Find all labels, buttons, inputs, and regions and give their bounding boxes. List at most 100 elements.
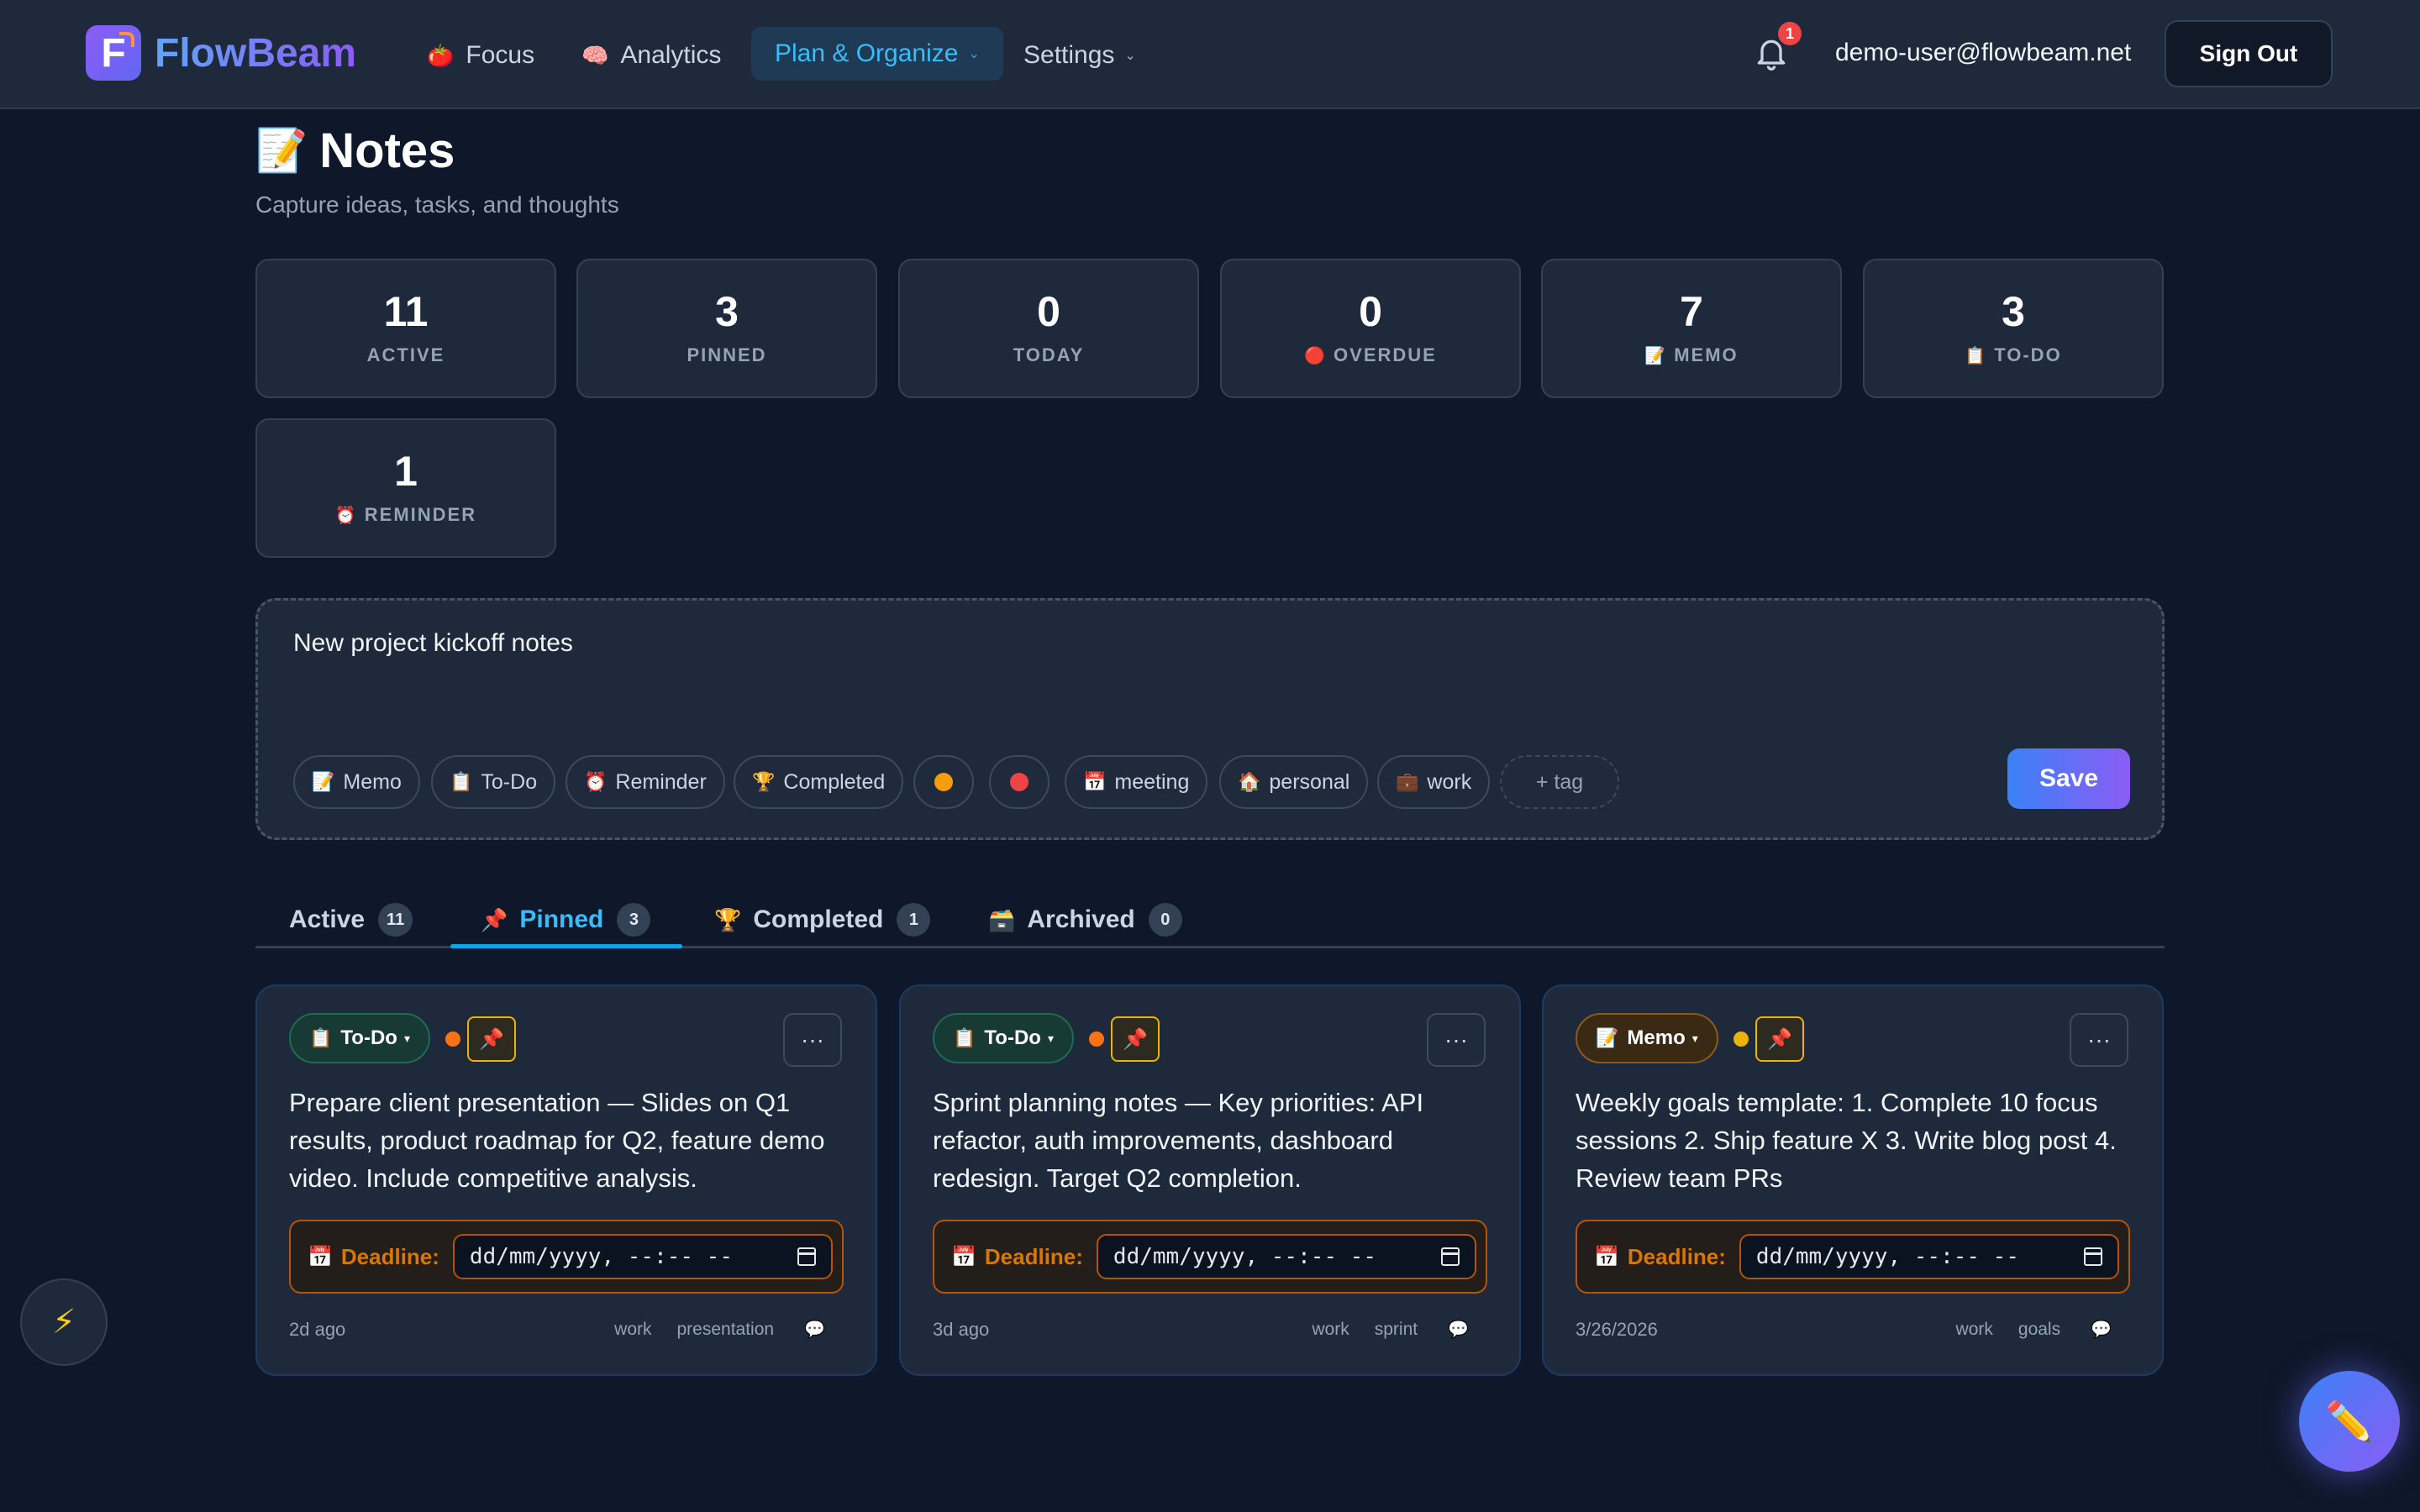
clipboard-icon: 📋 — [309, 1027, 333, 1048]
nav-item-settings[interactable]: Settings ⌄ — [1023, 34, 1136, 77]
stat-value: 7 — [1680, 288, 1703, 335]
chip-memo[interactable]: 📝 Memo — [293, 755, 420, 809]
pin-button[interactable]: 📌 — [467, 1016, 516, 1062]
chip-reminder[interactable]: ⏰ Reminder — [566, 755, 725, 809]
stat-card-pinned[interactable]: 3 PINNED — [576, 259, 877, 398]
stat-card-today[interactable]: 0 TODAY — [898, 259, 1199, 398]
calendar-icon: 📅 — [308, 1245, 333, 1268]
memo-icon: 📝 — [1596, 1027, 1619, 1048]
pushpin-icon: 📌 — [1123, 1027, 1148, 1051]
caret-down-icon: ▾ — [1691, 1031, 1698, 1045]
note-type-dropdown[interactable]: 📋 To-Do ▾ — [289, 1013, 430, 1063]
calendar-picker-icon[interactable] — [797, 1247, 816, 1266]
deadline-input[interactable]: dd/mm/yyyy, --:-- -- — [1096, 1234, 1476, 1279]
deadline-input[interactable]: dd/mm/yyyy, --:-- -- — [1739, 1234, 2119, 1279]
note-card[interactable]: 📋 To-Do ▾ 📌 ··· Prepare client presentat… — [255, 984, 877, 1376]
stat-label: PINNED — [687, 344, 767, 365]
more-options-button[interactable]: ··· — [1427, 1013, 1486, 1067]
tag[interactable]: work — [614, 1320, 651, 1340]
caret-down-icon: ▾ — [1047, 1031, 1054, 1045]
chip-todo[interactable]: 📋 To-Do — [431, 755, 556, 809]
new-note-fab[interactable]: ✏️ — [2299, 1371, 2400, 1472]
tab-label: Active — [289, 906, 366, 933]
note-input[interactable]: New project kickoff notes — [293, 629, 573, 658]
stat-card-todo[interactable]: 3 📋 TO-DO — [1863, 259, 2164, 398]
pin-button[interactable]: 📌 — [1111, 1016, 1160, 1062]
deadline-placeholder: dd/mm/yyyy, --:-- -- — [1113, 1244, 1376, 1269]
memo-icon: 📝 — [1644, 346, 1666, 365]
stat-value: 11 — [383, 288, 429, 335]
red-circle-icon — [1010, 773, 1028, 791]
caret-down-icon: ▾ — [403, 1031, 410, 1045]
note-text: Weekly goals template: 1. Complete 10 fo… — [1576, 1088, 2117, 1193]
pushpin-icon: 📌 — [479, 1027, 504, 1051]
stat-card-overdue[interactable]: 0 🔴 OVERDUE — [1220, 259, 1521, 398]
priority-dot — [1089, 1032, 1104, 1047]
house-icon: 🏠 — [1238, 771, 1261, 792]
tab-active[interactable]: Active 11 — [289, 890, 413, 949]
note-type-label: To-Do — [340, 1026, 397, 1049]
tab-completed[interactable]: 🏆 Completed 1 — [714, 890, 931, 949]
chip-priority-medium[interactable] — [913, 755, 974, 809]
calendar-icon: 📅 — [1594, 1245, 1619, 1268]
pin-button[interactable]: 📌 — [1755, 1016, 1804, 1062]
tag[interactable]: goals — [2018, 1320, 2060, 1340]
stat-label: 📋 TO-DO — [1965, 344, 2062, 365]
chip-priority-high[interactable] — [989, 755, 1050, 809]
tag[interactable]: work — [1312, 1320, 1349, 1340]
tag[interactable]: work — [1956, 1320, 1993, 1340]
nav-item-analytics[interactable]: 🧠 Analytics — [581, 34, 721, 77]
note-card[interactable]: 📝 Memo ▾ 📌 ··· Weekly goals template: 1.… — [1542, 984, 2164, 1376]
quick-actions-button[interactable]: ⚡ — [20, 1278, 108, 1366]
user-email: demo-user@flowbeam.net — [1835, 39, 2132, 66]
add-tag-button[interactable]: + tag — [1500, 755, 1619, 809]
tab-pinned[interactable]: 📌 Pinned 3 — [481, 890, 651, 949]
calendar-picker-icon[interactable] — [2083, 1247, 2102, 1266]
stat-value: 0 — [1037, 288, 1060, 335]
tag[interactable]: presentation — [677, 1320, 775, 1340]
more-options-button[interactable]: ··· — [783, 1013, 842, 1067]
calendar-picker-icon[interactable] — [1440, 1247, 1460, 1266]
chip-tag-meeting[interactable]: 📅 meeting — [1065, 755, 1208, 809]
stat-card-active[interactable]: 11 ACTIVE — [255, 259, 556, 398]
stat-label: ACTIVE — [366, 344, 445, 365]
note-type-dropdown[interactable]: 📝 Memo ▾ — [1576, 1013, 1718, 1063]
tab-archived[interactable]: 🗃️ Archived 0 — [988, 890, 1182, 949]
nav-item-label: Focus — [466, 41, 535, 69]
chip-tag-work[interactable]: 💼 work — [1377, 755, 1491, 809]
tab-count: 11 — [378, 903, 413, 937]
save-button[interactable]: Save — [2007, 748, 2130, 809]
note-text: Prepare client presentation — Slides on … — [289, 1088, 825, 1193]
stat-card-memo[interactable]: 7 📝 MEMO — [1541, 259, 1842, 398]
comment-icon[interactable]: 💬 — [804, 1319, 825, 1340]
sign-out-button[interactable]: Sign Out — [2165, 20, 2333, 87]
alarm-clock-icon: ⏰ — [584, 771, 608, 792]
comment-icon[interactable]: 💬 — [1448, 1319, 1469, 1340]
orange-circle-icon — [934, 773, 953, 791]
priority-dot — [445, 1032, 460, 1047]
memo-icon: 📝 — [255, 127, 308, 174]
nav-item-focus[interactable]: 🍅 Focus — [427, 34, 534, 77]
note-timestamp: 3d ago — [933, 1319, 990, 1340]
note-card[interactable]: 📋 To-Do ▾ 📌 ··· Sprint planning notes — … — [899, 984, 1521, 1376]
page-subtitle: Capture ideas, tasks, and thoughts — [255, 192, 619, 218]
more-options-button[interactable]: ··· — [2070, 1013, 2128, 1067]
stat-card-reminder[interactable]: 1 ⏰ REMINDER — [255, 418, 556, 558]
tab-count: 3 — [617, 903, 651, 937]
stat-label: ⏰ REMINDER — [334, 504, 477, 525]
page-title-text: Notes — [319, 123, 455, 178]
nav-item-plan-organize[interactable]: Plan & Organize ⌄ — [751, 27, 1003, 81]
calendar-icon: 📅 — [1083, 771, 1107, 792]
clipboard-icon: 📋 — [953, 1027, 976, 1048]
tag[interactable]: sprint — [1375, 1320, 1418, 1340]
chip-tag-personal[interactable]: 🏠 personal — [1219, 755, 1369, 809]
brand-logo[interactable]: F FlowBeam — [86, 25, 356, 81]
note-type-label: Memo — [1627, 1026, 1686, 1049]
deadline-field: 📅 Deadline: dd/mm/yyyy, --:-- -- — [289, 1220, 844, 1294]
stat-value: 1 — [394, 448, 418, 495]
chip-completed[interactable]: 🏆 Completed — [734, 755, 904, 809]
deadline-input[interactable]: dd/mm/yyyy, --:-- -- — [452, 1234, 833, 1279]
note-tags: work presentation 💬 — [589, 1319, 825, 1340]
comment-icon[interactable]: 💬 — [2091, 1319, 2112, 1340]
note-type-dropdown[interactable]: 📋 To-Do ▾ — [933, 1013, 1074, 1063]
